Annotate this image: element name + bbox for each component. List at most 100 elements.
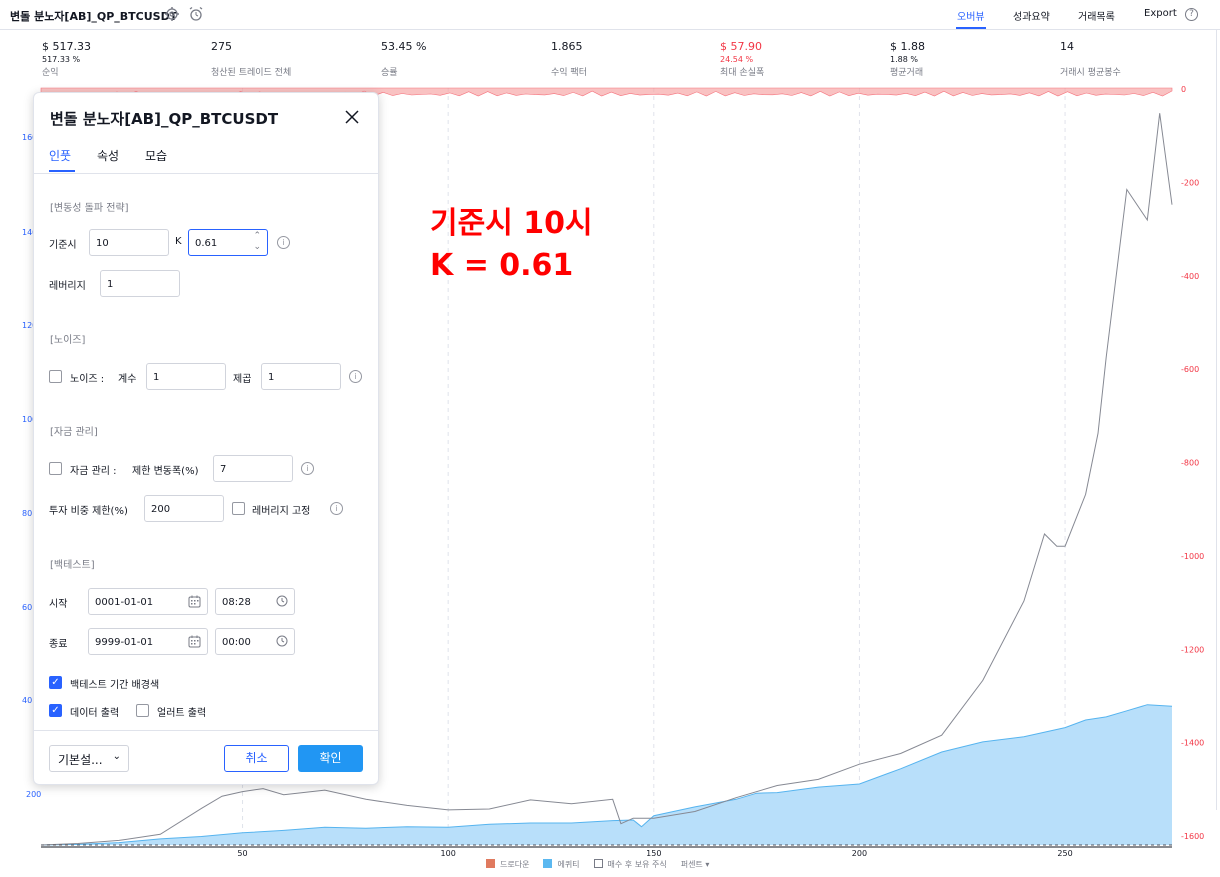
alarm-clock-icon[interactable]: [188, 6, 204, 22]
section-volatility: [변동성 돌파 전략]: [50, 203, 129, 214]
noise-label: 노이즈 :: [70, 374, 105, 385]
stat-percent: [211, 55, 291, 64]
noise-pow-input[interactable]: 1: [261, 363, 341, 390]
info-icon[interactable]: i: [349, 370, 362, 383]
calendar-icon[interactable]: [188, 595, 201, 611]
clock-icon[interactable]: [276, 595, 288, 610]
money-checkbox[interactable]: [49, 462, 62, 475]
legend-label: 드로다운: [500, 860, 530, 869]
right-edge-strip: [1216, 30, 1220, 810]
money-limit-label: 제한 변동폭(%): [132, 466, 199, 477]
legend-swatch-equity: [543, 859, 553, 868]
stat-label: 거래시 평균봉수: [1060, 68, 1121, 78]
invest-limit-input[interactable]: 200: [144, 495, 224, 522]
calendar-icon[interactable]: [188, 635, 201, 651]
data-output-checkbox[interactable]: ✓: [49, 704, 62, 717]
stat-label: 최대 손실폭: [720, 68, 765, 78]
cancel-button[interactable]: 취소: [224, 745, 289, 772]
end-date-value: 9999-01-01: [95, 637, 154, 648]
start-label: 시작: [49, 599, 68, 610]
bg-color-checkbox[interactable]: ✓: [49, 676, 62, 689]
stat-profit-factor: 1.865 수익 팩터: [551, 40, 587, 78]
export-button[interactable]: Export: [1144, 8, 1177, 19]
stat-label: 청산된 트레이드 전체: [211, 68, 292, 78]
tab-performance-summary[interactable]: 성과요약: [1013, 8, 1050, 23]
chart-annotation: 기준시 10시 K = 0.61: [430, 203, 593, 287]
chevron-down-icon: ⌄: [112, 751, 121, 762]
legend-equity[interactable]: 에퀴티: [543, 859, 580, 870]
stat-label: 수익 팩터: [551, 68, 587, 78]
info-icon[interactable]: i: [301, 462, 314, 475]
end-date-input[interactable]: 9999-01-01: [88, 628, 208, 655]
legend-swatch-buy-hold: [593, 859, 603, 868]
tab-properties[interactable]: 속성: [97, 147, 119, 164]
noise-coef-input[interactable]: 1: [146, 363, 226, 390]
money-label: 자금 관리 :: [70, 466, 117, 477]
right-axis-label: -800: [1181, 459, 1199, 468]
data-output-label: 데이터 출력: [70, 708, 120, 719]
end-label: 종료: [49, 639, 68, 650]
left-axis-label: 200: [26, 790, 41, 799]
section-money: [자금 관리]: [50, 427, 98, 438]
gear-icon[interactable]: [164, 6, 180, 22]
k-label: K: [175, 236, 182, 247]
stat-win-rate: 53.45 % 승률: [381, 40, 426, 78]
stat-value: 1.865: [551, 40, 583, 53]
start-time-value: 08:28: [222, 597, 251, 608]
leverage-fix-checkbox[interactable]: [232, 502, 245, 515]
x-tick-label: 100: [441, 849, 456, 858]
percent-toggle[interactable]: 퍼센트 ▾: [681, 859, 710, 870]
tab-inputs[interactable]: 인풋: [49, 147, 71, 164]
tab-overview[interactable]: 오버뷰: [957, 8, 985, 23]
right-axis-label: 0: [1181, 85, 1186, 94]
stat-percent: [551, 55, 587, 64]
stat-percent: [1060, 55, 1121, 64]
info-icon[interactable]: i: [330, 502, 343, 515]
k-input[interactable]: 0.61 ⌃ ⌄: [188, 229, 268, 256]
invest-limit-label: 투자 비중 제한(%): [49, 506, 128, 517]
leverage-fix-label: 레버리지 고정: [252, 506, 311, 517]
stat-value: $ 517.33: [42, 40, 91, 53]
close-icon[interactable]: [342, 107, 362, 127]
strategy-settings-dialog: 변돌 분노자[AB]_QP_BTCUSDT 인풋 속성 모습 [변동성 돌파 전…: [33, 92, 379, 785]
base-hour-label: 기준시: [49, 240, 77, 251]
section-noise: [노이즈]: [50, 335, 86, 346]
start-date-value: 0001-01-01: [95, 597, 154, 608]
leverage-input[interactable]: 1: [100, 270, 180, 297]
x-tick-label: 250: [1057, 849, 1072, 858]
legend-drawdown[interactable]: 드로다운: [486, 859, 529, 870]
x-tick-label: 200: [852, 849, 867, 858]
base-hour-input[interactable]: 10: [89, 229, 169, 256]
end-time-value: 00:00: [222, 637, 251, 648]
strategy-title: 변돌 분노자[AB]_QP_BTCUSDT: [10, 10, 178, 23]
right-axis-label: -400: [1181, 272, 1199, 281]
spinner-icon[interactable]: ⌃ ⌄: [253, 231, 261, 253]
legend-label: 에퀴티: [557, 860, 580, 869]
stat-label: 평균거래: [890, 68, 924, 78]
end-time-input[interactable]: 00:00: [215, 628, 295, 655]
money-limit-input[interactable]: 7: [213, 455, 293, 482]
legend-buy-hold[interactable]: 매수 후 보유 주식: [593, 859, 667, 870]
info-icon[interactable]: i: [277, 236, 290, 249]
right-axis-label: -1000: [1181, 552, 1204, 561]
clock-icon[interactable]: [276, 635, 288, 650]
section-backtest: [백테스트]: [50, 560, 95, 571]
start-date-input[interactable]: 0001-01-01: [88, 588, 208, 615]
active-tab-underline: [49, 170, 75, 172]
help-icon[interactable]: ?: [1185, 8, 1198, 21]
right-axis-label: -1400: [1181, 739, 1204, 748]
stat-percent: 517.33 %: [42, 55, 81, 64]
ok-button[interactable]: 확인: [298, 745, 363, 772]
stat-percent: [381, 55, 426, 64]
tab-style[interactable]: 모습: [145, 147, 167, 164]
preset-dropdown[interactable]: 기본설... ⌄: [49, 745, 129, 772]
alert-output-checkbox[interactable]: [136, 704, 149, 717]
legend-label: 매수 후 보유 주식: [607, 860, 667, 869]
left-axis-label: 80: [22, 509, 32, 518]
noise-checkbox[interactable]: [49, 370, 62, 383]
stat-label: 순익: [42, 68, 59, 78]
stat-avg-trade: $ 1.88 1.88 % 평균거래: [890, 40, 925, 78]
tab-trade-list[interactable]: 거래목록: [1078, 8, 1115, 23]
start-time-input[interactable]: 08:28: [215, 588, 295, 615]
right-axis-label: -200: [1181, 178, 1199, 187]
